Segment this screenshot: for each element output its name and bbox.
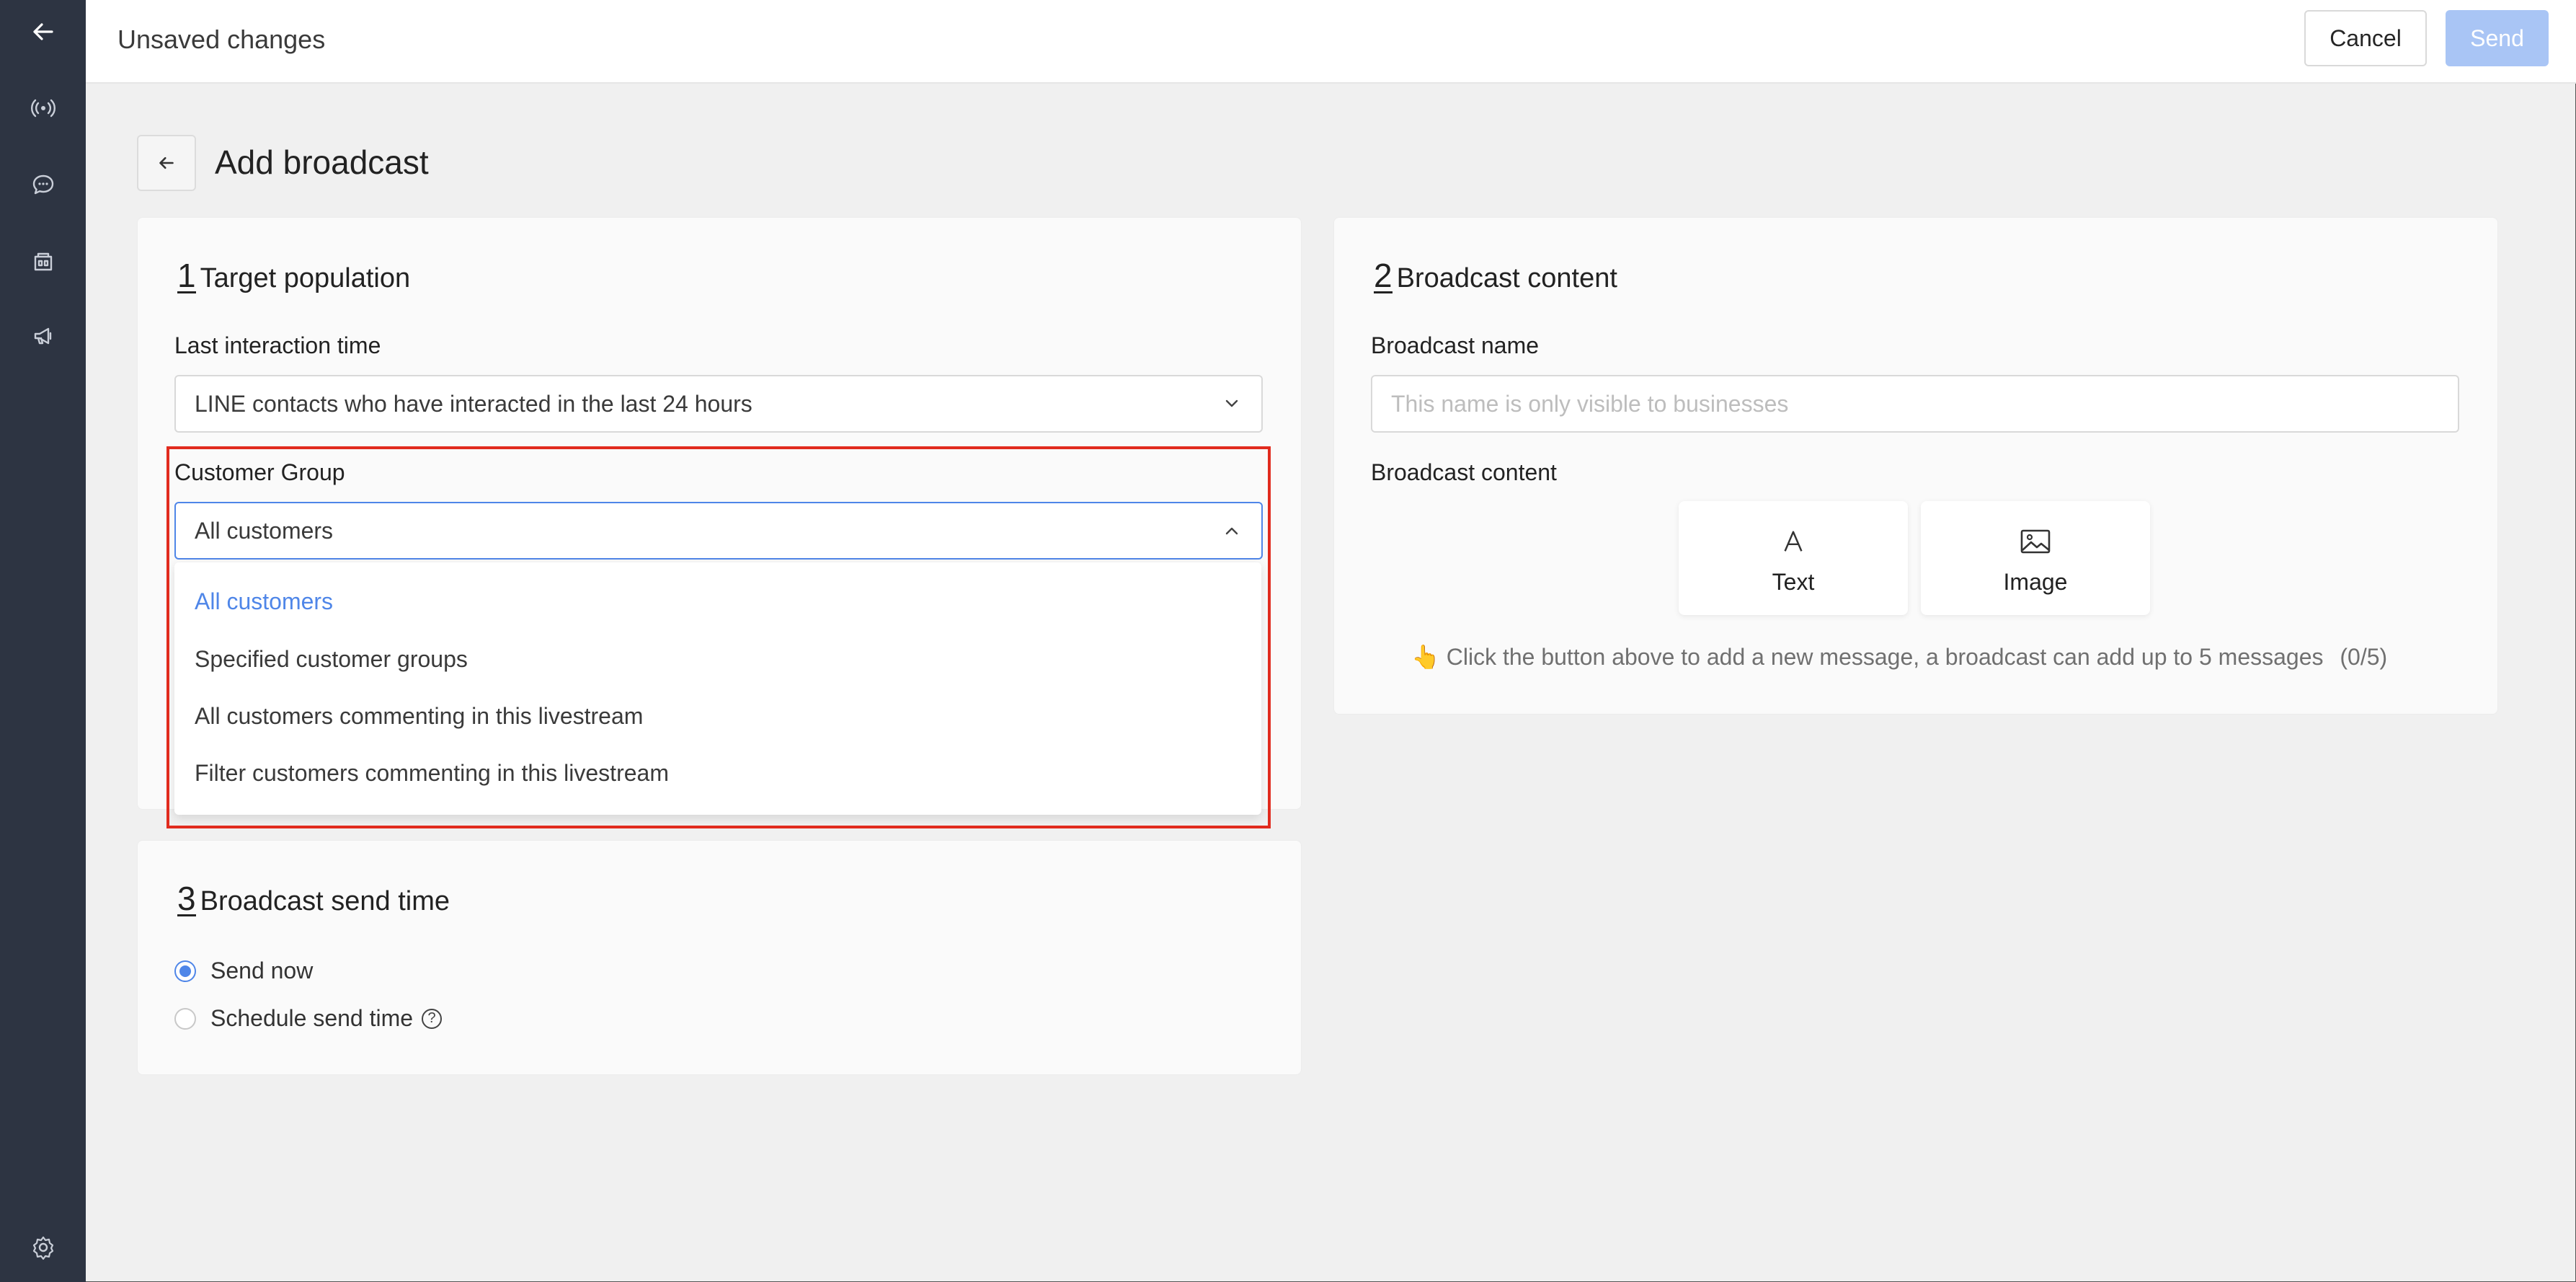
last-interaction-label: Last interaction time bbox=[174, 332, 381, 358]
back-arrow-icon bbox=[159, 156, 174, 169]
add-image-button[interactable]: Image bbox=[1921, 501, 2150, 615]
send-button[interactable]: Send bbox=[2446, 10, 2549, 66]
cancel-button[interactable]: Cancel bbox=[2304, 10, 2427, 66]
section-number: 3 bbox=[177, 880, 196, 917]
text-icon bbox=[1780, 521, 1807, 562]
broadcast-name-input[interactable]: This name is only visible to businesses bbox=[1371, 375, 2459, 433]
last-interaction-select[interactable]: LINE contacts who have interacted in the… bbox=[174, 375, 1263, 433]
option-filter-livestream-commenters[interactable]: Filter customers commenting in this live… bbox=[195, 760, 669, 787]
schedule-send-option[interactable]: Schedule send time ? bbox=[174, 1005, 443, 1032]
megaphone-icon[interactable] bbox=[0, 314, 86, 358]
broadcast-icon[interactable] bbox=[0, 87, 86, 130]
option-all-customers[interactable]: All customers bbox=[195, 588, 333, 615]
customer-group-select[interactable]: All customers bbox=[174, 502, 1263, 560]
select-value: All customers bbox=[195, 517, 334, 544]
settings-icon[interactable] bbox=[0, 1226, 86, 1269]
add-text-button[interactable]: Text bbox=[1679, 501, 1908, 615]
schedule-send-label: Schedule send time bbox=[210, 1005, 414, 1031]
broadcast-name-label: Broadcast name bbox=[1371, 332, 1540, 358]
option-all-livestream-commenters[interactable]: All customers commenting in this livestr… bbox=[195, 703, 643, 730]
top-bar: Unsaved changes bbox=[86, 0, 2576, 84]
help-icon[interactable]: ? bbox=[422, 1008, 443, 1029]
broadcast-content-label: Broadcast content bbox=[1371, 459, 1557, 485]
section-title: Broadcast send time bbox=[200, 886, 450, 916]
send-now-option[interactable]: Send now bbox=[174, 958, 313, 984]
back-button[interactable] bbox=[137, 135, 196, 191]
section-title: Target population bbox=[200, 263, 411, 293]
image-icon bbox=[2020, 521, 2051, 562]
customer-group-dropdown: All customers Specified customer groups … bbox=[174, 562, 1261, 815]
sidebar bbox=[0, 0, 86, 1282]
option-specified-customer-groups[interactable]: Specified customer groups bbox=[195, 646, 468, 673]
text-button-label: Text bbox=[1772, 568, 1815, 595]
back-arrow-icon[interactable] bbox=[0, 10, 86, 53]
section-number: 1 bbox=[177, 257, 196, 294]
chat-icon[interactable] bbox=[0, 163, 86, 206]
chevron-up-icon bbox=[1225, 527, 1238, 535]
message-count: (0/5) bbox=[2340, 644, 2388, 670]
radio-checked[interactable] bbox=[174, 960, 196, 982]
section-number: 2 bbox=[1374, 257, 1393, 294]
chevron-down-icon bbox=[1225, 399, 1238, 407]
unsaved-changes-title: Unsaved changes bbox=[117, 25, 326, 54]
image-button-label: Image bbox=[2003, 568, 2068, 595]
target-population-heading: 1 Target population bbox=[177, 257, 411, 294]
store-icon[interactable] bbox=[0, 239, 86, 283]
page-title: Add broadcast bbox=[215, 143, 429, 181]
input-placeholder: This name is only visible to businesses bbox=[1391, 390, 1789, 417]
select-value: LINE contacts who have interacted in the… bbox=[195, 390, 752, 417]
section-title: Broadcast content bbox=[1396, 263, 1617, 293]
hint-text: 👆 Click the button above to add a new me… bbox=[1411, 644, 2324, 670]
add-message-hint: 👆 Click the button above to add a new me… bbox=[1411, 643, 2387, 671]
customer-group-label: Customer Group bbox=[174, 459, 345, 485]
send-now-label: Send now bbox=[210, 958, 314, 983]
broadcast-content-heading: 2 Broadcast content bbox=[1374, 257, 1617, 294]
send-time-heading: 3 Broadcast send time bbox=[177, 880, 450, 917]
radio-unchecked[interactable] bbox=[174, 1007, 196, 1030]
